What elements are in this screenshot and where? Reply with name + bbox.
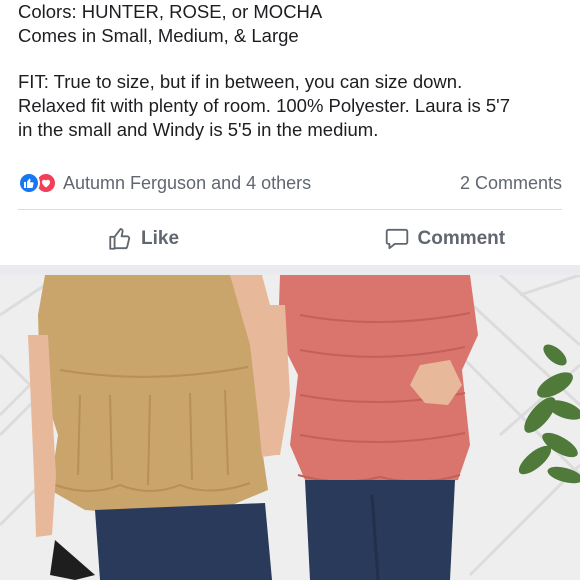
thumbs-up-icon [109,228,131,250]
photo-illustration [0,275,580,580]
post-line-material: Relaxed fit with plenty of room. 100% Po… [18,95,510,116]
post-photo[interactable] [0,275,580,580]
like-button[interactable]: Like [0,226,304,252]
post-line-models: in the small and Windy is 5'5 in the med… [18,119,379,140]
comment-label: Comment [417,228,506,249]
section-separator [0,265,580,275]
post-line-fit: FIT: True to size, but if in between, yo… [18,71,463,92]
post-text: Colors: HUNTER, ROSE, or MOCHA Comes in … [18,0,570,142]
comment-bubble-icon [385,228,408,250]
reaction-icons[interactable] [18,172,57,194]
comment-button[interactable]: Comment [304,226,580,252]
reactions-bar: Autumn Ferguson and 4 others 2 Comments [18,170,562,196]
reactions-summary-text[interactable]: Autumn Ferguson and 4 others [63,173,311,194]
post-line-sizes: Comes in Small, Medium, & Large [18,25,299,46]
like-label: Like [141,228,180,249]
comments-count-link[interactable]: 2 Comments [460,173,562,194]
post-actions: Like Comment [0,218,580,260]
divider [18,209,562,210]
post-line-colors: Colors: HUNTER, ROSE, or MOCHA [18,1,323,22]
reactions-summary-group[interactable]: Autumn Ferguson and 4 others [18,172,311,194]
like-reaction-icon [18,172,40,194]
